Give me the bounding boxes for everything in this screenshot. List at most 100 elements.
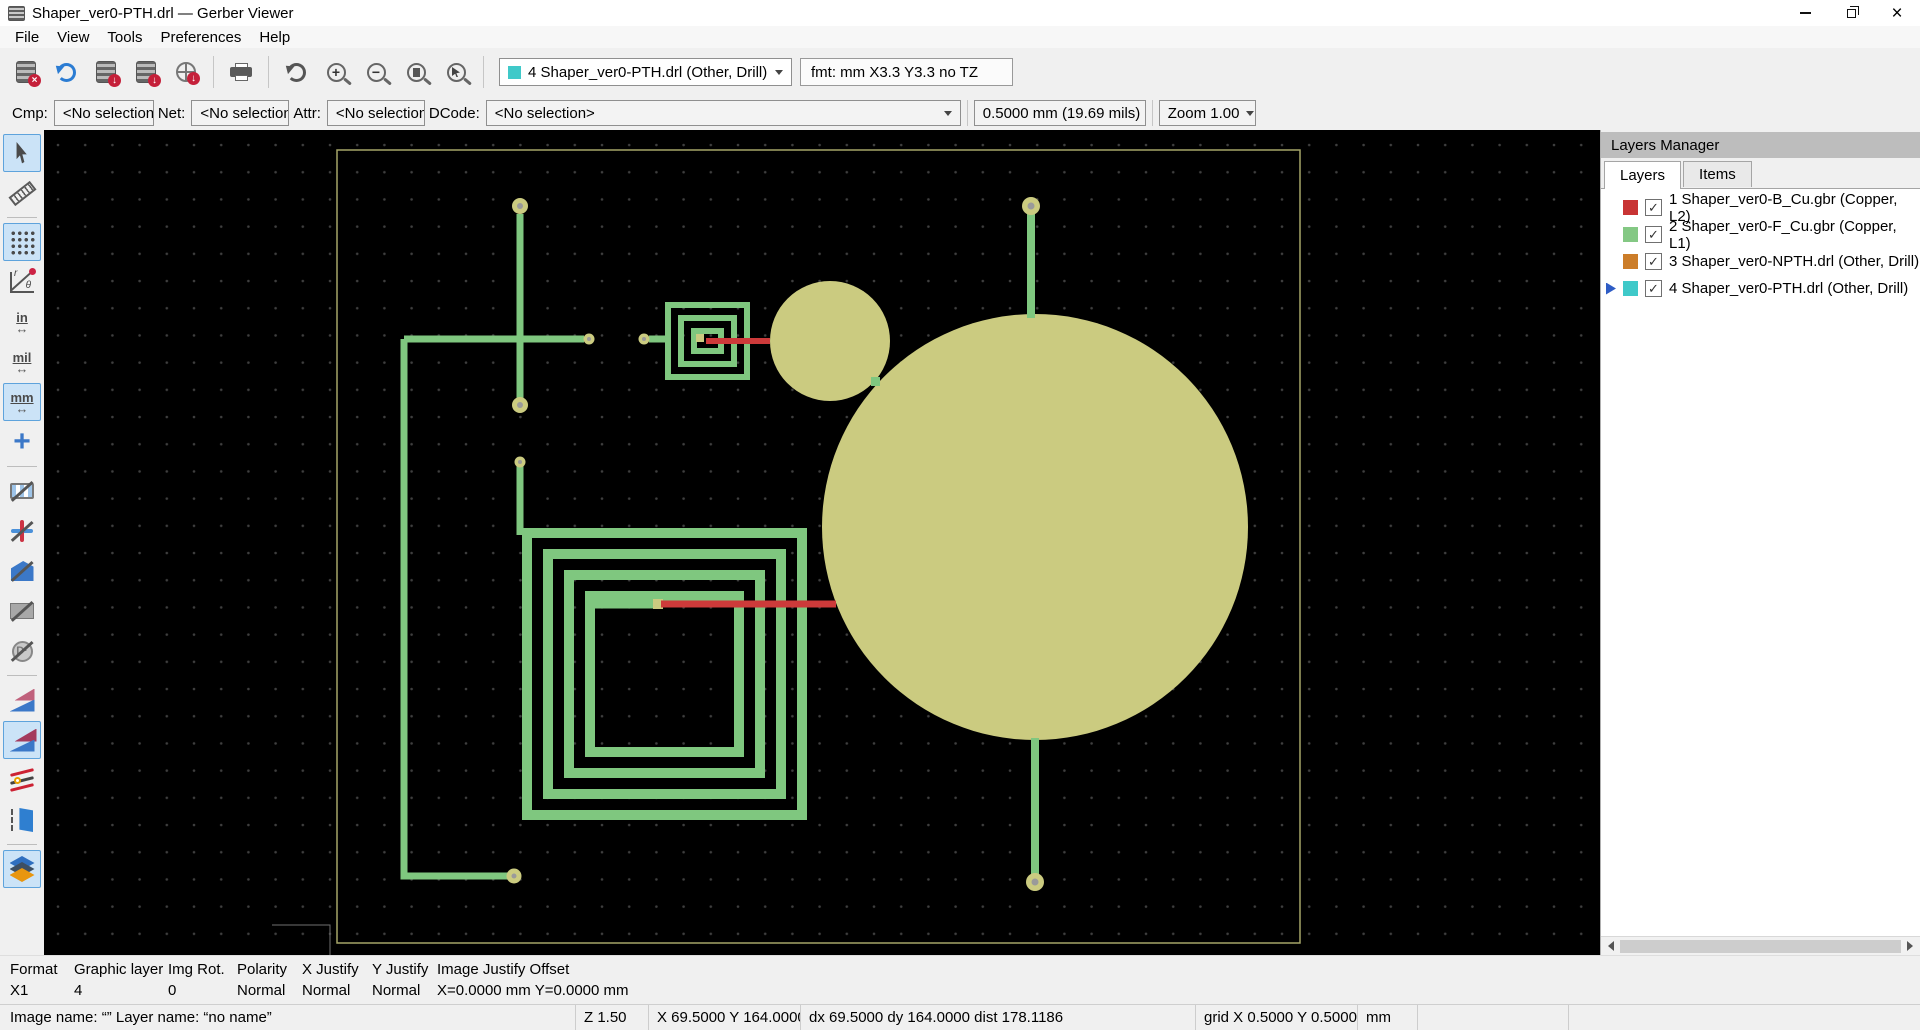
select-tool-button[interactable]	[3, 134, 41, 172]
sketch-lines-button[interactable]	[3, 512, 41, 550]
print-button[interactable]	[222, 53, 260, 91]
close-button[interactable]: ×	[1874, 0, 1920, 26]
net-label: Net:	[158, 105, 186, 122]
pcb-drawing	[44, 130, 1600, 955]
active-layer-select[interactable]: 4 Shaper_ver0-PTH.drl (Other, Drill)	[499, 58, 792, 86]
layer-visibility-checkbox[interactable]	[1645, 253, 1662, 270]
sketch-polygons-button[interactable]	[3, 552, 41, 590]
reload-all-layers-button[interactable]	[47, 53, 85, 91]
layer-color-swatch[interactable]	[1623, 254, 1638, 269]
polar-coordinates-button[interactable]: rθ	[3, 263, 41, 301]
window-title: Shaper_ver0-PTH.drl — Gerber Viewer	[32, 5, 294, 22]
units-mils-button[interactable]: mil↔	[3, 343, 41, 381]
status-empty	[1568, 1005, 1920, 1030]
zoom-selection-button[interactable]	[437, 53, 475, 91]
toolbar-separator	[483, 56, 484, 88]
sketch-flashed-items-button[interactable]	[3, 472, 41, 510]
measure-tool-button[interactable]	[3, 174, 41, 212]
minimize-button[interactable]	[1782, 0, 1828, 26]
current-layer-arrow	[1606, 229, 1616, 241]
cursor-icon	[14, 142, 31, 164]
clear-layers-icon: ×	[16, 61, 36, 83]
layer-color-swatch[interactable]	[1623, 200, 1638, 215]
zoom-in-icon: +	[327, 63, 346, 82]
open-drill-file-button[interactable]: ↓	[167, 53, 205, 91]
open-gerber-file-button[interactable]: ↓	[87, 53, 125, 91]
layers-manager-toggle-button[interactable]	[3, 850, 41, 888]
full-cursor-toggle-button[interactable]: +	[3, 423, 41, 461]
layers-manager-panel: Layers Manager Layers Items 1 Shaper_ver…	[1600, 130, 1920, 955]
current-layer-arrow	[1606, 202, 1616, 214]
menu-help[interactable]: Help	[250, 26, 299, 48]
units-inches-button[interactable]: in↔	[3, 303, 41, 341]
scroll-left-icon[interactable]	[1608, 941, 1614, 951]
layers-stack-icon	[9, 856, 36, 882]
chevron-down-icon	[1246, 111, 1254, 116]
redraw-view-button[interactable]	[277, 53, 315, 91]
xor-mode-button[interactable]	[3, 721, 41, 759]
layer-row[interactable]: 2 Shaper_ver0-F_Cu.gbr (Copper, L1)	[1601, 221, 1920, 248]
attr-select[interactable]: <No selection>	[327, 100, 425, 126]
status-grid: grid X 0.5000 Y 0.5000	[1195, 1005, 1357, 1030]
tab-layers[interactable]: Layers	[1604, 161, 1681, 189]
cmp-label: Cmp:	[12, 105, 48, 122]
status-empty	[1417, 1005, 1568, 1030]
toolbar-separator	[7, 217, 37, 218]
polar-coords-icon: rθ	[10, 272, 34, 293]
dcode-label: DCode:	[429, 105, 480, 122]
tab-items[interactable]: Items	[1683, 161, 1752, 187]
diff-mode-button[interactable]	[3, 681, 41, 719]
flip-icon	[11, 808, 33, 832]
reload-icon	[57, 63, 76, 82]
menu-preferences[interactable]: Preferences	[151, 26, 250, 48]
grid-toggle-button[interactable]	[3, 223, 41, 261]
layer-label: 3 Shaper_ver0-NPTH.drl (Other, Drill)	[1669, 253, 1919, 270]
units-mm-button[interactable]: mm↔	[3, 383, 41, 421]
cmp-select[interactable]: <No selection>	[54, 100, 154, 126]
tab-layers-label: Layers	[1620, 167, 1665, 184]
info-polarity: PolarityNormal	[237, 959, 287, 1001]
chevron-down-icon	[944, 111, 952, 116]
menu-view[interactable]: View	[48, 26, 98, 48]
net-select[interactable]: <No selection>	[191, 100, 289, 126]
active-layer-value: 4 Shaper_ver0-PTH.drl (Other, Drill)	[528, 64, 767, 81]
pcb-canvas[interactable]	[44, 130, 1600, 955]
layers-manager-title: Layers Manager	[1611, 137, 1719, 154]
show-dcodes-button[interactable]: D·	[3, 632, 41, 670]
zoom-out-button[interactable]: −	[357, 53, 395, 91]
menu-file[interactable]: File	[6, 26, 48, 48]
grid-size-select[interactable]: 0.5000 mm (19.69 mils)	[974, 100, 1146, 126]
clear-all-layers-button[interactable]: ×	[7, 53, 45, 91]
layer-visibility-checkbox[interactable]	[1645, 199, 1662, 216]
open-gerber-job-button[interactable]: ↓	[127, 53, 165, 91]
layer-visibility-checkbox[interactable]	[1645, 226, 1662, 243]
flip-view-button[interactable]	[3, 801, 41, 839]
status-cursor-position: X 69.5000 Y 164.0000	[648, 1005, 800, 1030]
restore-icon	[1847, 9, 1856, 18]
flashed-items-icon	[10, 483, 34, 499]
polygon-icon	[11, 561, 34, 581]
window-controls: ×	[1782, 0, 1920, 26]
menu-tools[interactable]: Tools	[98, 26, 151, 48]
zoom-level-select[interactable]: Zoom 1.00	[1159, 100, 1256, 126]
tab-items-label: Items	[1699, 166, 1736, 183]
layer-row[interactable]: 4 Shaper_ver0-PTH.drl (Other, Drill)	[1601, 275, 1920, 302]
layer-color-swatch[interactable]	[1623, 227, 1638, 242]
scrollbar-thumb[interactable]	[1620, 940, 1901, 953]
scroll-right-icon[interactable]	[1907, 941, 1913, 951]
layer-row[interactable]: 3 Shaper_ver0-NPTH.drl (Other, Drill)	[1601, 248, 1920, 275]
zoom-fit-button[interactable]	[397, 53, 435, 91]
zoom-in-button[interactable]: +	[317, 53, 355, 91]
highlight-net-button[interactable]	[3, 761, 41, 799]
show-negative-objects-button[interactable]	[3, 592, 41, 630]
layers-horizontal-scrollbar[interactable]	[1601, 936, 1920, 955]
layer-visibility-checkbox[interactable]	[1645, 280, 1662, 297]
toolbar-separator	[1152, 100, 1153, 126]
mm-icon: mm↔	[10, 392, 33, 413]
ruler-icon	[8, 180, 36, 205]
menu-bar: File View Tools Preferences Help	[0, 26, 1920, 48]
layer-color-swatch[interactable]	[1623, 281, 1638, 296]
dcode-select[interactable]: <No selection>	[486, 100, 961, 126]
restore-button[interactable]	[1828, 0, 1874, 26]
full-cursor-icon: +	[13, 429, 31, 455]
